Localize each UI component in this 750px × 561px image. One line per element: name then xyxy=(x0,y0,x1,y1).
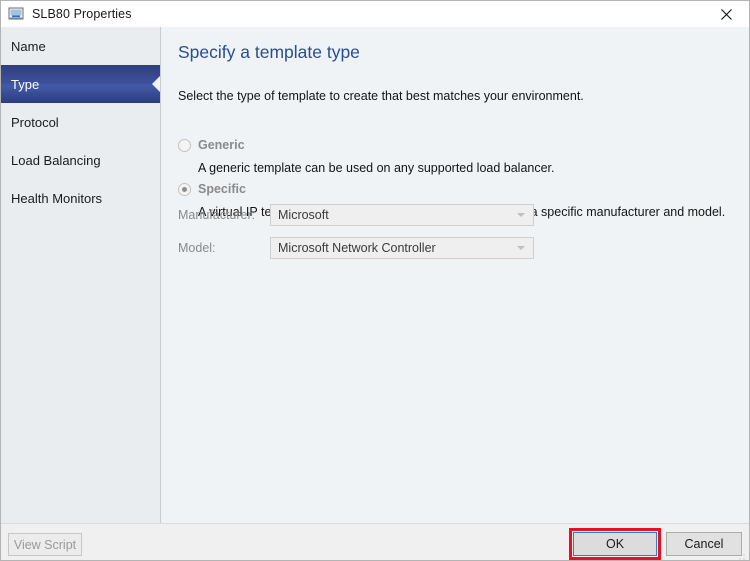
sidebar-item-health-monitors[interactable]: Health Monitors xyxy=(1,179,160,217)
sidebar-item-label: Name xyxy=(11,38,46,54)
sidebar-item-load-balancing[interactable]: Load Balancing xyxy=(1,141,160,179)
window-title: SLB80 Properties xyxy=(32,7,132,21)
properties-dialog: SLB80 Properties Name Type Protocol Load… xyxy=(0,0,750,561)
model-field-row: Model: Microsoft Network Controller xyxy=(178,237,534,259)
sidebar-item-label: Type xyxy=(11,76,40,92)
sidebar-item-protocol[interactable]: Protocol xyxy=(1,103,160,141)
resize-grip[interactable] xyxy=(736,548,746,560)
sidebar-item-type[interactable]: Type xyxy=(1,65,160,103)
manufacturer-label: Manufacturer: xyxy=(178,208,256,222)
model-dropdown[interactable]: Microsoft Network Controller xyxy=(270,237,534,259)
close-icon[interactable] xyxy=(704,1,749,27)
sidebar-item-label: Health Monitors xyxy=(11,190,103,206)
sidebar-item-name[interactable]: Name xyxy=(1,27,160,65)
cancel-button[interactable]: Cancel xyxy=(666,532,742,556)
radio-option-generic[interactable]: Generic xyxy=(178,138,245,152)
ok-button[interactable]: OK xyxy=(573,532,657,556)
sidebar-item-label: Protocol xyxy=(11,114,59,130)
manufacturer-dropdown[interactable]: Microsoft xyxy=(270,204,534,226)
manufacturer-value: Microsoft xyxy=(278,208,329,222)
title-bar: SLB80 Properties xyxy=(1,1,749,27)
selected-arrow-icon xyxy=(152,75,160,93)
manufacturer-field-row: Manufacturer: Microsoft xyxy=(178,204,534,226)
radio-specific-label: Specific xyxy=(198,182,246,196)
load-balancer-icon xyxy=(8,6,24,22)
view-script-button[interactable]: View Script xyxy=(8,533,82,556)
page-subtitle: Select the type of template to create th… xyxy=(178,89,584,103)
radio-option-specific[interactable]: Specific xyxy=(178,182,246,196)
chevron-down-icon xyxy=(517,246,525,250)
radio-generic-label: Generic xyxy=(198,138,245,152)
radio-generic-icon[interactable] xyxy=(178,138,191,152)
navigation-sidebar: Name Type Protocol Load Balancing Health… xyxy=(1,27,161,523)
radio-generic-description: A generic template can be used on any su… xyxy=(198,161,555,175)
page-title: Specify a template type xyxy=(178,42,360,62)
main-content: Specify a template type Select the type … xyxy=(162,27,749,523)
model-label: Model: xyxy=(178,241,216,255)
chevron-down-icon xyxy=(517,213,525,217)
model-value: Microsoft Network Controller xyxy=(278,241,436,255)
radio-specific-icon[interactable] xyxy=(178,182,191,196)
sidebar-item-label: Load Balancing xyxy=(11,152,101,168)
